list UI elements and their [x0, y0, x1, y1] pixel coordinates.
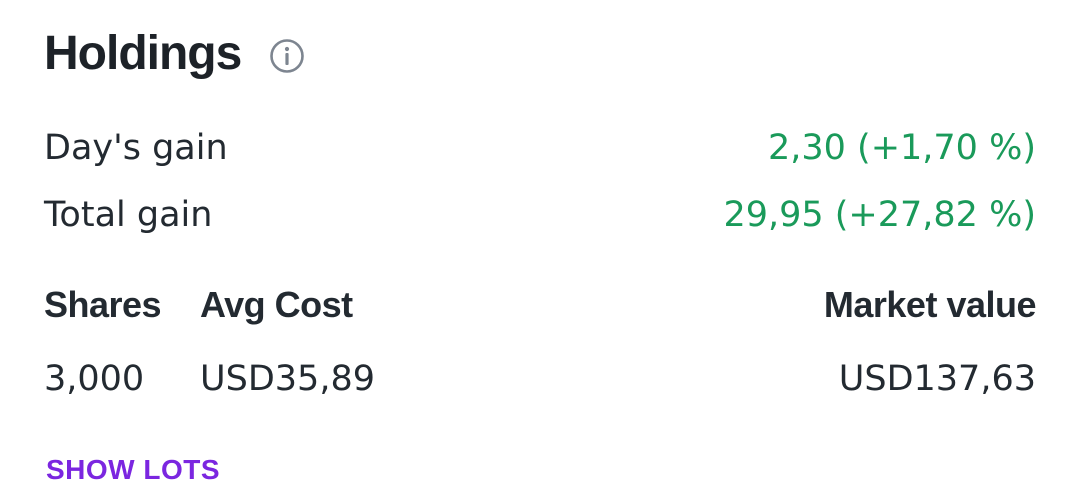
market-value-header: Market value	[823, 284, 1037, 325]
shares-header: Shares	[44, 284, 162, 325]
days-gain-row: Day's gain 2,30 (+1,70 %)	[44, 126, 1036, 170]
holdings-header: Holdings	[44, 24, 305, 84]
holdings-values-row: 3,000 USD35,89 USD137,63	[44, 356, 1036, 402]
days-gain-label: Day's gain	[44, 128, 228, 168]
info-icon[interactable]	[269, 38, 305, 74]
holdings-title: Holdings	[44, 27, 242, 80]
show-lots-link[interactable]: SHOW LOTS	[46, 452, 220, 488]
avg-cost-value: USD35,89	[200, 359, 375, 399]
days-gain-value: 2,30 (+1,70 %)	[767, 128, 1036, 168]
shares-value: 3,000	[44, 359, 145, 399]
total-gain-label: Total gain	[44, 195, 213, 235]
holdings-column-headers: Shares Avg Cost Market value	[44, 282, 1037, 328]
avg-cost-header: Avg Cost	[200, 284, 353, 325]
market-value-value: USD137,63	[838, 359, 1036, 399]
holdings-card: Holdings Day's gain 2,30 (+1,70 %) Total…	[0, 0, 1080, 494]
total-gain-row: Total gain 29,95 (+27,82 %)	[44, 193, 1036, 237]
total-gain-value: 29,95 (+27,82 %)	[723, 195, 1036, 235]
